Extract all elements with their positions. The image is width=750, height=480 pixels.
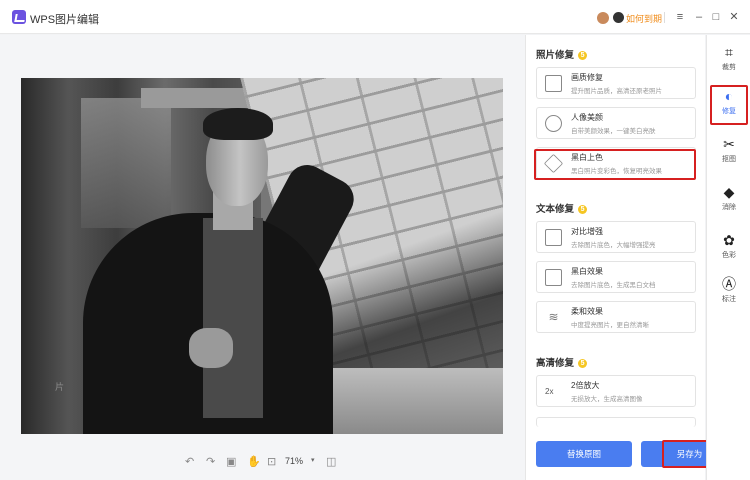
- card-title: 人像美颜: [571, 113, 603, 122]
- card-title: 柔和效果: [571, 307, 603, 316]
- card-title: 黑白效果: [571, 267, 603, 276]
- rail-item-color[interactable]: ✿ 色彩: [711, 229, 747, 269]
- rail-item-cutout[interactable]: ✂ 抠图: [711, 133, 747, 173]
- card-partial: [536, 417, 696, 427]
- photo-person-shirt: [203, 218, 263, 418]
- vip-link[interactable]: 如何到期: [626, 12, 662, 25]
- divider: [664, 12, 665, 23]
- chevron-down-icon[interactable]: ▾: [311, 456, 315, 464]
- card-desc: 提升图片品质，高清还原老照片: [571, 88, 662, 95]
- card-desc: 自带美颜效果，一键美白亮肤: [571, 128, 656, 135]
- repair-panel: 照片修复 5 画质修复 提升图片品质，高清还原老照片 人像美颜 自带美颜效果，一键…: [525, 35, 738, 480]
- card-contrast[interactable]: 对比增强 去除图片底色，大幅增强提亮: [536, 221, 696, 253]
- avatar[interactable]: [597, 12, 609, 24]
- highlight-colorize: [534, 149, 696, 180]
- card-desc: 中度提亮图片，更自然清晰: [571, 322, 649, 329]
- compare-icon[interactable]: ◫: [326, 455, 336, 468]
- section-title-hd: 高清修复 5: [536, 355, 588, 369]
- zoom-level[interactable]: 71%: [285, 456, 303, 466]
- info-icon[interactable]: 5: [578, 205, 588, 214]
- bw-document-icon: [545, 269, 562, 286]
- canvas-area: 片: [0, 35, 525, 440]
- card-bw-effect[interactable]: 黑白效果 去除图片底色，生成黑白文档: [536, 261, 696, 293]
- card-quality-repair[interactable]: 画质修复 提升图片品质，高清还原老照片: [536, 67, 696, 99]
- color-icon: ✿: [723, 232, 735, 248]
- section-title-photo: 照片修复 5: [536, 47, 588, 61]
- info-icon[interactable]: 5: [578, 359, 588, 368]
- image-icon[interactable]: ▣: [226, 455, 236, 468]
- card-upscale-2x[interactable]: 2x 2倍放大 无损放大，生成高清图像: [536, 375, 696, 407]
- rail-label: 消除: [722, 204, 736, 211]
- tool-rail: ⌗ 裁剪 ◐ 修复 ✂ 抠图 ◆ 消除 ✿ 色彩 Ⓐ 标注: [706, 35, 750, 480]
- photo-window: [81, 98, 171, 228]
- info-icon[interactable]: 5: [578, 51, 588, 60]
- undo-icon[interactable]: ↶: [185, 455, 194, 468]
- contrast-icon: [545, 229, 562, 246]
- cutout-icon: ✂: [723, 136, 735, 152]
- photo-watermark: 片: [55, 382, 65, 392]
- vip-icon[interactable]: [613, 12, 624, 23]
- photo-person-hair: [203, 108, 273, 140]
- upscale-icon: 2x: [545, 387, 554, 396]
- minimize-button[interactable]: –: [692, 9, 706, 25]
- rail-item-erase[interactable]: ◆ 消除: [711, 181, 747, 221]
- app-logo-icon: [12, 10, 26, 24]
- card-desc: 去除图片底色，大幅增强提亮: [571, 242, 656, 249]
- rail-label: 裁剪: [722, 64, 736, 71]
- title-bar: WPS图片编辑 如何到期 ≡ – □ ✕: [0, 0, 750, 34]
- rail-label: 标注: [722, 296, 736, 303]
- annotate-icon: Ⓐ: [722, 276, 736, 292]
- card-desc: 去除图片底色，生成黑白文档: [571, 282, 656, 289]
- face-icon: [545, 115, 562, 132]
- card-desc: 无损放大，生成高清图像: [571, 396, 643, 403]
- card-portrait-beauty[interactable]: 人像美颜 自带美颜效果，一键美白亮肤: [536, 107, 696, 139]
- crop-icon: ⌗: [725, 44, 733, 60]
- fit-icon[interactable]: ⊡: [267, 455, 276, 468]
- card-title: 对比增强: [571, 227, 603, 236]
- highlight-repair: [710, 85, 748, 125]
- rail-label: 抠图: [722, 156, 736, 163]
- section-title-text: 文本修复 5: [536, 201, 588, 215]
- wave-icon: ≋: [548, 310, 559, 324]
- app-title: WPS图片编辑: [30, 14, 100, 26]
- eraser-icon: ◆: [723, 184, 735, 200]
- redo-icon[interactable]: ↷: [206, 455, 215, 468]
- photo-person-hand: [189, 328, 233, 368]
- image-quality-icon: [545, 75, 562, 92]
- rail-item-annotate[interactable]: Ⓐ 标注: [711, 273, 747, 313]
- card-title: 2倍放大: [571, 381, 600, 390]
- rail-item-crop[interactable]: ⌗ 裁剪: [711, 41, 747, 81]
- maximize-button[interactable]: □: [709, 9, 723, 25]
- photo-preview[interactable]: 片: [21, 78, 503, 434]
- menu-button[interactable]: ≡: [673, 9, 687, 25]
- close-button[interactable]: ✕: [727, 9, 741, 25]
- rail-label: 色彩: [722, 252, 736, 259]
- replace-original-button[interactable]: 替换原图: [536, 441, 632, 467]
- hand-icon[interactable]: ✋: [247, 455, 261, 468]
- card-soft-effect[interactable]: ≋ 柔和效果 中度提亮图片，更自然清晰: [536, 301, 696, 333]
- card-title: 画质修复: [571, 73, 603, 82]
- bottom-toolbar: ↶ ↷ ▣ ✋ ⊡ 71% ▾ ◫: [0, 440, 525, 480]
